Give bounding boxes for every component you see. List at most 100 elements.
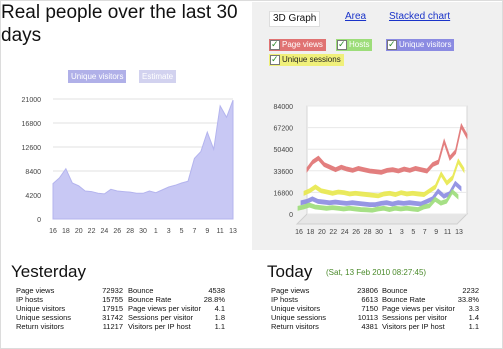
series-toggle-hosts[interactable]: Hosts: [336, 38, 373, 51]
x-tick-label: 28: [126, 228, 134, 235]
stat-label: Visitors per IP host: [382, 322, 445, 331]
stat-row: Sessions per visitor 1.4: [382, 313, 479, 322]
stat-row: Page views per visitor 3.3: [382, 304, 479, 313]
tab-3d-graph[interactable]: 3D Graph: [269, 11, 321, 27]
stat-value: 33.8%: [457, 295, 479, 304]
x-tick-label: 28: [364, 229, 372, 236]
y-tick-label: 33600: [274, 169, 294, 176]
stat-row: Sessions per visitor 1.8: [128, 313, 225, 322]
legend-estimate[interactable]: Estimate: [139, 70, 177, 83]
x-tick-label: 24: [101, 228, 109, 235]
series-toggle-page-views[interactable]: Page views: [269, 38, 326, 51]
stat-row: Page views 72932: [16, 286, 123, 295]
stat-label: Page views per visitor: [128, 304, 201, 313]
x-tick-label: 3: [400, 229, 404, 236]
stat-row: Unique sessions 31742: [16, 313, 123, 322]
stat-label: Bounce Rate: [382, 295, 426, 304]
x-tick-label: 30: [139, 228, 147, 235]
legend-unique-visitors[interactable]: Unique visitors: [68, 70, 127, 83]
stat-value: 17915: [102, 304, 123, 313]
3d-line-chart: 84000 67200 50400 33600 16800 0 16 18 20 22 24 26 28…: [274, 104, 469, 236]
x-tick-label: 20: [318, 229, 326, 236]
stat-value: 11217: [102, 322, 123, 331]
x-tick-label: 11: [217, 228, 224, 235]
x-tick-label: 24: [341, 229, 349, 236]
y-tick-label: 4200: [25, 193, 41, 200]
today-heading: Today: [267, 262, 313, 281]
checkbox-checked-icon: [270, 38, 280, 50]
x-tick-label: 22: [329, 229, 337, 236]
checkbox-checked-icon: [270, 53, 280, 65]
stat-label: Visitors per IP host: [128, 322, 191, 331]
x-tick-label: 5: [411, 229, 415, 236]
stat-value: 1.1: [468, 322, 479, 331]
x-tick-label: 9: [205, 228, 209, 235]
today-timestamp: (Sat, 13 Feb 2010 08:27:45): [326, 268, 427, 277]
stat-label: Bounce: [128, 286, 154, 295]
x-tick-label: 26: [113, 228, 121, 235]
series-toggle-label: Hosts: [349, 40, 370, 49]
x-tick-label: 26: [352, 229, 360, 236]
x-tick-label: 7: [192, 228, 196, 235]
page-title: Real people over the last 30 days: [1, 2, 238, 46]
checkbox-checked-icon: [337, 38, 347, 50]
stat-value: 7150: [361, 304, 378, 313]
x-tick-label: 13: [229, 228, 237, 235]
stat-value: 3.3: [468, 304, 479, 313]
x-tick-label: 30: [375, 229, 383, 236]
x-tick-label: 1: [388, 229, 392, 236]
stat-label: IP hosts: [16, 295, 43, 304]
stat-row: Unique visitors 7150: [271, 304, 378, 313]
stat-row: Unique visitors 17915: [16, 304, 123, 313]
y-tick-label: 0: [37, 217, 41, 224]
stat-row: Return visitors 4381: [271, 322, 378, 331]
tab-area[interactable]: Area: [345, 11, 366, 23]
stat-row: Bounce 2232: [382, 286, 479, 295]
unique-visitors-area-chart: 21000 16800 12600 8400 4200 0 16 18 20 22 24 26 28 30…: [22, 97, 237, 235]
yesterday-stats-right: Bounce 4538 Bounce Rate 28.8% Page views per…: [128, 286, 225, 331]
x-tick-label: 13: [455, 229, 463, 236]
stat-row: Page views 23806: [271, 286, 378, 295]
y-tick-label: 8400: [25, 169, 41, 176]
stat-label: Unique sessions: [16, 313, 72, 322]
y-tick-label: 50400: [274, 147, 294, 154]
stat-row: IP hosts 15755: [16, 295, 123, 304]
x-tick-label: 16: [295, 229, 303, 236]
today-stats-left: Page views 23806 IP hosts 6613 Unique visito…: [271, 286, 378, 331]
x-tick-label: 9: [434, 229, 438, 236]
today-stats-right: Bounce 2232 Bounce Rate 33.8% Page views per…: [382, 286, 479, 331]
stat-row: Unique sessions 10113: [271, 313, 378, 322]
stat-row: Bounce 4538: [128, 286, 225, 295]
area-series-unique-visitors: [52, 99, 234, 220]
x-tick-label: 11: [444, 229, 451, 236]
stat-row: Return visitors 11217: [16, 322, 123, 331]
x-tick-label: 16: [49, 228, 57, 235]
stat-label: Bounce: [382, 286, 408, 295]
y-tick-label: 0: [289, 212, 293, 219]
stat-value: 4538: [208, 286, 225, 295]
stat-row: Bounce Rate 28.8%: [128, 295, 225, 304]
yesterday-stats-left: Page views 72932 IP hosts 15755 Unique visit…: [16, 286, 123, 331]
x-tick-label: 20: [75, 228, 83, 235]
stat-value: 23806: [357, 286, 378, 295]
y-tick-label: 84000: [274, 104, 294, 111]
series-toggle-label: Page views: [282, 40, 323, 49]
stat-label: Unique sessions: [271, 313, 327, 322]
stat-value: 4.1: [214, 304, 225, 313]
series-toggle-label: Unique visitors: [399, 40, 452, 49]
stat-label: Unique visitors: [271, 304, 321, 313]
checkbox-checked-icon: [387, 38, 397, 50]
x-tick-label: 5: [180, 228, 184, 235]
stat-value: 15755: [102, 295, 123, 304]
series-toggle-unique-visitors[interactable]: Unique visitors: [386, 38, 455, 51]
x-tick-label: 22: [88, 228, 96, 235]
stat-label: Page views: [16, 286, 55, 295]
series-toggle-unique-sessions[interactable]: Unique sessions: [269, 53, 344, 66]
stat-value: 6613: [361, 295, 378, 304]
stat-label: Return visitors: [16, 322, 64, 331]
stat-value: 31742: [102, 313, 123, 322]
series-toggle-label: Unique sessions: [282, 55, 341, 64]
stat-label: Bounce Rate: [128, 295, 172, 304]
tab-stacked-chart[interactable]: Stacked chart: [389, 11, 450, 23]
stat-value: 2232: [462, 286, 479, 295]
